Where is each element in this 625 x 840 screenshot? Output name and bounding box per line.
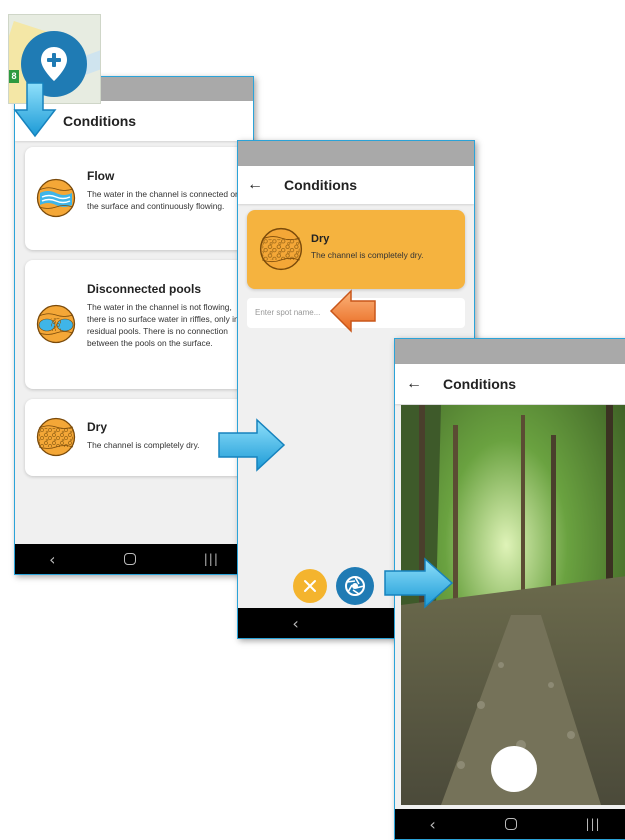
card-title: Dry — [311, 233, 330, 245]
nav-home-button[interactable] — [123, 553, 136, 565]
dry-icon — [259, 227, 303, 271]
map-pin-plus-icon — [41, 47, 67, 81]
left-arrow-indicator — [329, 289, 376, 333]
close-icon — [304, 580, 316, 592]
right-arrow-indicator — [384, 557, 454, 609]
down-arrow-indicator — [13, 82, 57, 138]
dry-icon — [36, 417, 76, 457]
card-title: Flow — [87, 169, 115, 183]
back-arrow-icon[interactable]: ← — [246, 176, 264, 194]
shutter-button[interactable] — [491, 746, 537, 792]
nav-recent-button[interactable]: ||| — [204, 552, 219, 566]
status-bar — [395, 339, 625, 364]
back-arrow-icon[interactable]: ← — [405, 375, 423, 393]
system-nav-bar: ‹ ||| — [15, 544, 253, 574]
flow-icon — [36, 178, 76, 218]
page-title: Conditions — [443, 376, 517, 392]
take-photo-button[interactable] — [336, 567, 374, 605]
card-description: The channel is completely dry. — [311, 250, 424, 260]
card-title: Disconnected pools — [87, 282, 202, 296]
pools-icon — [36, 304, 76, 344]
nav-back-button[interactable]: ‹ — [429, 815, 435, 834]
selected-condition-card[interactable]: Dry The channel is completely dry. — [247, 210, 465, 289]
condition-card-disconnected-pools[interactable]: Disconnected pools The water in the chan… — [25, 260, 250, 389]
nav-back-button[interactable]: ‹ — [292, 614, 298, 633]
card-description: The water in the channel is connected on… — [87, 189, 240, 211]
condition-card-flow[interactable]: Flow The water in the channel is connect… — [25, 147, 250, 250]
page-title: Conditions — [63, 113, 137, 129]
app-bar: ← Conditions — [395, 364, 625, 404]
nav-back-button[interactable]: ‹ — [49, 550, 55, 569]
cancel-button[interactable] — [293, 569, 327, 603]
right-arrow-indicator — [218, 418, 286, 472]
nav-recent-button[interactable]: ||| — [585, 817, 600, 831]
app-bar: ← Conditions — [238, 166, 474, 204]
card-description: The water in the channel is not flowing,… — [87, 302, 239, 348]
page-title: Conditions — [284, 177, 358, 193]
status-bar — [238, 141, 474, 166]
system-nav-bar: ‹ ||| — [395, 809, 625, 839]
camera-shutter-icon — [345, 576, 365, 596]
conditions-screen-list: Conditions Flow The water in the channel… — [14, 76, 254, 575]
nav-home-button[interactable] — [504, 818, 517, 830]
